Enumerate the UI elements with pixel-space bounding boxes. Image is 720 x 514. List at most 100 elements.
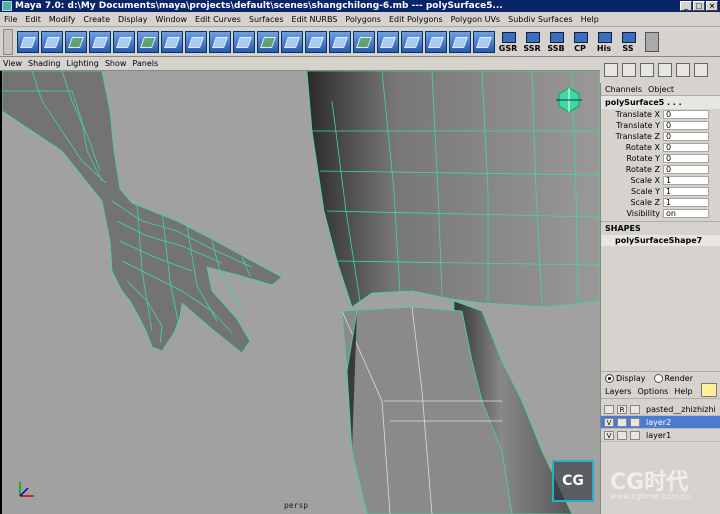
shelf-cp-button[interactable]: CP [569, 31, 591, 53]
layer-row-layer1[interactable]: V layer1 [601, 429, 720, 442]
object-menu[interactable]: Object [648, 85, 674, 94]
shelf-tool-icon[interactable] [41, 30, 63, 53]
shelf-tool-icon[interactable] [17, 30, 39, 53]
shelf-tool-icon[interactable] [449, 30, 471, 53]
layer-visibility-toggle[interactable] [604, 404, 614, 414]
attr-row-scale-x[interactable]: Scale X1 [601, 175, 720, 186]
attr-value-field[interactable]: 1 [663, 187, 709, 196]
ipr-icon[interactable] [676, 63, 690, 77]
shelf-tool-icon[interactable] [329, 30, 351, 53]
layers-help-menu[interactable]: Help [674, 387, 692, 396]
render-settings-icon[interactable] [694, 63, 708, 77]
attr-value-field[interactable]: 0 [663, 165, 709, 174]
viewport-menu-panels[interactable]: Panels [129, 59, 161, 68]
attr-value-field[interactable]: 0 [663, 121, 709, 130]
layer-row-pasted[interactable]: R pasted__zhizhizhi [601, 403, 720, 416]
menu-subdiv-surfaces[interactable]: Subdiv Surfaces [504, 15, 576, 24]
attr-row-translate-y[interactable]: Translate Y0 [601, 120, 720, 131]
menu-modify[interactable]: Modify [45, 15, 80, 24]
layer-color-swatch[interactable] [630, 417, 640, 427]
menu-edit[interactable]: Edit [21, 15, 45, 24]
shelf-tool-icon[interactable] [89, 30, 111, 53]
menu-polygons[interactable]: Polygons [341, 15, 385, 24]
attr-row-translate-z[interactable]: Translate Z0 [601, 131, 720, 142]
new-layer-icon[interactable] [701, 383, 717, 397]
shelf-tool-icon[interactable] [113, 30, 135, 53]
viewport-menu-shading[interactable]: Shading [25, 59, 64, 68]
shape-node[interactable]: polySurfaceShape7 [601, 235, 720, 246]
menu-edit-polygons[interactable]: Edit Polygons [385, 15, 447, 24]
shelf-tool-icon[interactable] [233, 30, 255, 53]
shelf-ss-button[interactable]: SS [617, 31, 639, 53]
trash-icon[interactable] [645, 31, 659, 52]
attr-row-rotate-y[interactable]: Rotate Y0 [601, 153, 720, 164]
viewport-menu-view[interactable]: View [0, 59, 25, 68]
menu-edit-nurbs[interactable]: Edit NURBS [288, 15, 342, 24]
attr-row-visibility[interactable]: Visibility on [601, 208, 720, 219]
render-radio[interactable]: Render [653, 374, 693, 383]
menu-help[interactable]: Help [577, 15, 603, 24]
render-icon[interactable] [658, 63, 672, 77]
layer-color-swatch[interactable] [630, 430, 640, 440]
shelf-tool-icon[interactable] [65, 30, 87, 53]
shelf-ssr-button[interactable]: SSR [521, 31, 543, 53]
object-name[interactable]: polySurface5 . . . [601, 96, 720, 109]
attr-value-field[interactable]: 0 [663, 143, 709, 152]
attr-row-scale-y[interactable]: Scale Y1 [601, 186, 720, 197]
attr-value-field[interactable]: on [663, 209, 709, 218]
attr-value-field[interactable]: 0 [663, 154, 709, 163]
viewport-menu-show[interactable]: Show [102, 59, 130, 68]
shelf-tool-icon[interactable] [353, 30, 375, 53]
channel-box-icon[interactable] [604, 63, 618, 77]
layer-type-toggle[interactable] [617, 430, 627, 440]
attr-row-translate-x[interactable]: Translate X0 [601, 109, 720, 120]
tool-settings-icon[interactable] [640, 63, 654, 77]
close-button[interactable]: × [706, 1, 718, 11]
shelf-tool-icon[interactable] [305, 30, 327, 53]
menu-edit-curves[interactable]: Edit Curves [191, 15, 245, 24]
shelf-tool-icon[interactable] [377, 30, 399, 53]
layer-visibility-toggle[interactable]: V [604, 417, 614, 427]
shelf-tool-icon[interactable] [401, 30, 423, 53]
layers-menu[interactable]: Layers [605, 387, 631, 396]
shelf-tool-icon[interactable] [257, 30, 279, 53]
attr-value-field[interactable]: 0 [663, 132, 709, 141]
display-radio[interactable]: Display [605, 374, 646, 383]
attr-value-field[interactable]: 1 [663, 176, 709, 185]
attr-row-scale-z[interactable]: Scale Z1 [601, 197, 720, 208]
shelf-ssb-button[interactable]: SSB [545, 31, 567, 53]
attr-row-rotate-z[interactable]: Rotate Z0 [601, 164, 720, 175]
minimize-button[interactable]: _ [680, 1, 692, 11]
shelf-tool-icon[interactable] [161, 30, 183, 53]
shelf-tool-icon[interactable] [209, 30, 231, 53]
layer-row-layer2[interactable]: V layer2 [601, 416, 720, 429]
menu-polygon-uvs[interactable]: Polygon UVs [447, 15, 504, 24]
layer-visibility-toggle[interactable]: V [604, 430, 614, 440]
shelf-tool-icon[interactable] [281, 30, 303, 53]
shelf-tool-icon[interactable] [473, 30, 495, 53]
menu-surfaces[interactable]: Surfaces [245, 15, 288, 24]
channels-menu[interactable]: Channels [605, 85, 642, 94]
menu-window[interactable]: Window [152, 15, 192, 24]
options-menu[interactable]: Options [637, 387, 668, 396]
menu-file[interactable]: File [0, 15, 21, 24]
attr-value-field[interactable]: 1 [663, 198, 709, 207]
menu-create[interactable]: Create [79, 15, 114, 24]
shelf-his-button[interactable]: His [593, 31, 615, 53]
shelf-tab-handle[interactable] [3, 28, 13, 55]
viewport-menu-lighting[interactable]: Lighting [63, 59, 101, 68]
attr-row-rotate-x[interactable]: Rotate X0 [601, 142, 720, 153]
layer-color-swatch[interactable] [630, 404, 640, 414]
attr-value-field[interactable]: 0 [663, 110, 709, 119]
viewport-canvas[interactable]: persp [0, 71, 600, 514]
view-cube-icon[interactable] [554, 85, 584, 115]
shelf-tool-icon[interactable] [425, 30, 447, 53]
layer-type-toggle[interactable]: R [617, 404, 627, 414]
shelf-tool-icon[interactable] [185, 30, 207, 53]
layer-type-toggle[interactable] [617, 417, 627, 427]
attribute-editor-icon[interactable] [622, 63, 636, 77]
maximize-button[interactable]: □ [693, 1, 705, 11]
menu-display[interactable]: Display [114, 15, 152, 24]
shelf-gsr-button[interactable]: GSR [497, 31, 519, 53]
shelf-tool-icon[interactable] [137, 30, 159, 53]
